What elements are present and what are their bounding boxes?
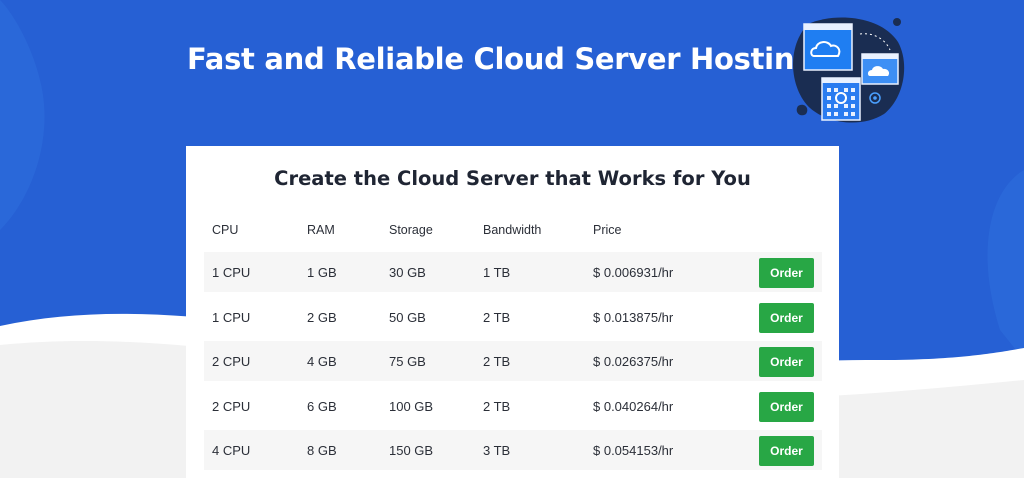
column-header-bandwidth: Bandwidth: [483, 223, 542, 237]
table-row: 1 CPU 1 GB 30 GB 1 TB $ 0.006931/hr Orde…: [204, 252, 822, 292]
order-button[interactable]: Order: [759, 347, 814, 377]
column-header-price: Price: [593, 223, 622, 237]
hero-headline: Fast and Reliable Cloud Server Hosting: [187, 42, 815, 76]
cell-price: $ 0.054153/hr: [593, 443, 674, 458]
column-header-cpu: CPU: [212, 223, 239, 237]
cell-storage: 50 GB: [389, 310, 426, 325]
cell-cpu: 1 CPU: [212, 265, 251, 280]
table-row: 2 CPU 6 GB 100 GB 2 TB $ 0.040264/hr Ord…: [204, 386, 822, 426]
cloud-server-illustration: [793, 17, 905, 123]
cell-cpu: 4 CPU: [212, 443, 251, 458]
table-row: 4 CPU 8 GB 150 GB 3 TB $ 0.054153/hr Ord…: [204, 430, 822, 470]
cell-price: $ 0.026375/hr: [593, 354, 674, 369]
pricing-card: Create the Cloud Server that Works for Y…: [186, 146, 839, 478]
cell-cpu: 1 CPU: [212, 310, 251, 325]
order-button[interactable]: Order: [759, 258, 814, 288]
column-header-storage: Storage: [389, 223, 433, 237]
table-row: 1 CPU 2 GB 50 GB 2 TB $ 0.013875/hr Orde…: [204, 297, 822, 337]
cell-storage: 100 GB: [389, 399, 434, 414]
cell-price: $ 0.006931/hr: [593, 265, 674, 280]
cell-cpu: 2 CPU: [212, 354, 251, 369]
cell-bandwidth: 2 TB: [483, 399, 511, 414]
cell-bandwidth: 3 TB: [483, 443, 511, 458]
cell-bandwidth: 1 TB: [483, 265, 511, 280]
order-button[interactable]: Order: [759, 303, 814, 333]
order-button[interactable]: Order: [759, 392, 814, 422]
cell-storage: 30 GB: [389, 265, 426, 280]
cell-ram: 1 GB: [307, 265, 337, 280]
cell-bandwidth: 2 TB: [483, 310, 511, 325]
table-row: 2 CPU 4 GB 75 GB 2 TB $ 0.026375/hr Orde…: [204, 341, 822, 381]
cell-bandwidth: 2 TB: [483, 354, 511, 369]
cell-price: $ 0.013875/hr: [593, 310, 674, 325]
cell-ram: 2 GB: [307, 310, 337, 325]
cell-ram: 4 GB: [307, 354, 337, 369]
cell-price: $ 0.040264/hr: [593, 399, 674, 414]
cell-ram: 6 GB: [307, 399, 337, 414]
cell-storage: 75 GB: [389, 354, 426, 369]
cell-storage: 150 GB: [389, 443, 434, 458]
column-header-ram: RAM: [307, 223, 335, 237]
cell-cpu: 2 CPU: [212, 399, 251, 414]
cell-ram: 8 GB: [307, 443, 337, 458]
pricing-title: Create the Cloud Server that Works for Y…: [274, 167, 751, 190]
order-button[interactable]: Order: [759, 436, 814, 466]
